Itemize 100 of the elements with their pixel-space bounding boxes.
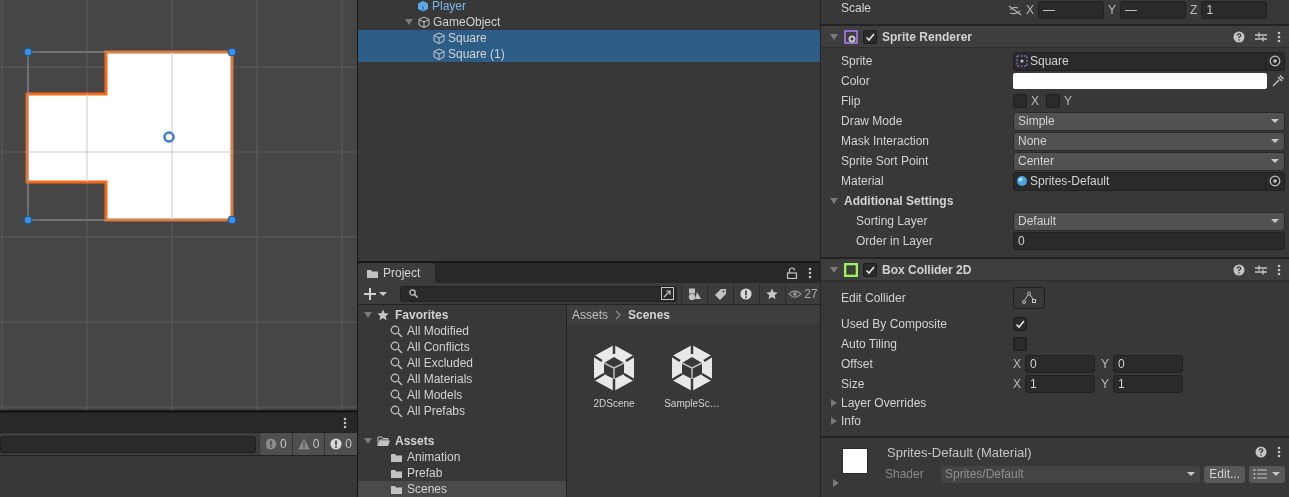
resize-handle[interactable] bbox=[23, 215, 33, 225]
expand-arrow-icon[interactable] bbox=[831, 478, 841, 488]
log-toggle[interactable]: 0 bbox=[291, 433, 325, 455]
log-toggle[interactable]: 0 bbox=[324, 433, 357, 455]
folder-item[interactable]: Prefab bbox=[358, 465, 566, 481]
warning-icon bbox=[297, 438, 310, 450]
hierarchy-item[interactable]: Square (1) bbox=[358, 46, 820, 62]
checkbox[interactable] bbox=[1013, 317, 1027, 331]
favorite-item[interactable]: All Prefabs bbox=[358, 403, 566, 419]
field-label: Offset bbox=[841, 357, 874, 371]
favorite-item[interactable]: All Models bbox=[358, 387, 566, 403]
checkbox[interactable] bbox=[1046, 94, 1060, 108]
expand-arrow-icon[interactable] bbox=[829, 264, 839, 275]
folder-icon bbox=[366, 267, 379, 279]
folder-icon bbox=[390, 467, 403, 479]
error-icon bbox=[330, 438, 343, 450]
field-label: Edit Collider bbox=[841, 291, 907, 305]
number-field[interactable]: 1 bbox=[1201, 1, 1268, 19]
search-icon bbox=[409, 289, 418, 298]
edit-button[interactable]: Edit... bbox=[1204, 465, 1245, 483]
log-toggle[interactable]: 0 bbox=[258, 433, 292, 455]
number-field[interactable]: — bbox=[1120, 1, 1187, 19]
panel-tab[interactable]: Project bbox=[358, 263, 436, 283]
favorite-item[interactable]: All Conflicts bbox=[358, 339, 566, 355]
expand-arrow-icon[interactable] bbox=[829, 31, 839, 42]
number-field[interactable]: — bbox=[1038, 1, 1104, 19]
presets-icon bbox=[1255, 263, 1267, 276]
component-header[interactable]: Box Collider 2D bbox=[821, 259, 1289, 281]
list-menu-button[interactable] bbox=[1249, 465, 1285, 483]
foldout-label[interactable]: Layer Overrides bbox=[841, 396, 927, 410]
hierarchy-item[interactable]: GameObject bbox=[358, 14, 820, 30]
help-icon bbox=[1255, 446, 1267, 458]
checkbox[interactable] bbox=[1013, 337, 1027, 351]
checkbox[interactable] bbox=[863, 262, 877, 277]
number-field[interactable]: 0 bbox=[1113, 355, 1184, 373]
pivot-handle[interactable] bbox=[163, 131, 175, 143]
dropdown[interactable]: Default bbox=[1013, 211, 1285, 231]
checkbox[interactable] bbox=[1013, 94, 1027, 108]
foldout-label[interactable]: Additional Settings bbox=[844, 194, 954, 208]
hierarchy-item[interactable]: Player bbox=[358, 0, 820, 14]
checkbox[interactable] bbox=[863, 29, 877, 44]
breadcrumb-link[interactable]: Scenes bbox=[628, 307, 671, 322]
more-icon bbox=[1277, 30, 1281, 43]
component-header[interactable]: Sprite Renderer bbox=[821, 26, 1289, 48]
axis-label: Y bbox=[1108, 3, 1117, 17]
star-icon bbox=[765, 287, 780, 300]
expand-arrow-icon[interactable] bbox=[829, 196, 839, 206]
object-field[interactable]: Square bbox=[1013, 51, 1285, 71]
search-icon bbox=[390, 340, 403, 354]
component-title: Box Collider 2D bbox=[882, 262, 972, 277]
search-icon bbox=[390, 388, 403, 402]
tree-heading[interactable]: Favorites bbox=[395, 308, 449, 322]
hierarchy-item[interactable]: Square bbox=[358, 30, 820, 46]
resize-handle[interactable] bbox=[23, 47, 33, 57]
resize-handle[interactable] bbox=[227, 215, 237, 225]
exclamation-icon bbox=[739, 287, 754, 300]
help-icon bbox=[1233, 263, 1245, 276]
resize-handle[interactable] bbox=[227, 47, 237, 57]
expand-arrow-icon[interactable] bbox=[404, 17, 414, 27]
axis-label: Z bbox=[1190, 3, 1198, 17]
number-field[interactable]: 0 bbox=[1025, 355, 1095, 373]
field-label: Sprite Sort Point bbox=[841, 154, 930, 168]
file-name[interactable]: SampleSc… bbox=[664, 398, 720, 409]
dropdown[interactable]: Center bbox=[1013, 151, 1285, 171]
component-title: Sprite Renderer bbox=[882, 29, 973, 44]
more-icon bbox=[343, 416, 347, 429]
field-label: Draw Mode bbox=[841, 114, 904, 128]
edit-collider-button[interactable] bbox=[1013, 287, 1045, 309]
search-field[interactable] bbox=[400, 285, 677, 302]
axis-label: Y bbox=[1101, 357, 1110, 371]
axis-label: X bbox=[1013, 357, 1021, 371]
expand-arrow-icon[interactable] bbox=[363, 310, 373, 320]
favorite-item[interactable]: All Modified bbox=[358, 323, 566, 339]
folder-item[interactable]: Animation bbox=[358, 449, 566, 465]
expand-arrow-icon[interactable] bbox=[363, 436, 373, 446]
expand-arrow-icon[interactable] bbox=[829, 416, 839, 426]
caret-icon bbox=[1270, 216, 1280, 226]
number-field[interactable]: 1 bbox=[1025, 375, 1095, 393]
tree-heading[interactable]: Assets bbox=[395, 434, 435, 448]
more-icon bbox=[1277, 263, 1281, 276]
breadcrumb-link[interactable]: Assets bbox=[572, 307, 608, 322]
search-field[interactable] bbox=[0, 435, 256, 453]
number-field[interactable]: 0 bbox=[1013, 232, 1285, 250]
search-icon bbox=[390, 356, 403, 370]
eye-icon bbox=[788, 288, 803, 299]
object-field[interactable]: Sprites-Default bbox=[1013, 171, 1285, 191]
filter-type-icon bbox=[687, 287, 702, 300]
dropdown[interactable]: Simple bbox=[1013, 111, 1285, 131]
favorite-item[interactable]: All Materials bbox=[358, 371, 566, 387]
dropdown[interactable]: None bbox=[1013, 131, 1285, 151]
folder-item[interactable]: Scenes bbox=[358, 481, 566, 497]
field-label: Auto Tiling bbox=[841, 337, 899, 351]
number-field[interactable]: 1 bbox=[1113, 375, 1184, 393]
list-icon bbox=[1253, 469, 1267, 479]
file-name[interactable]: 2DScene bbox=[593, 398, 635, 409]
search-icon bbox=[390, 404, 403, 418]
foldout-label[interactable]: Info bbox=[841, 414, 861, 428]
expand-arrow-icon[interactable] bbox=[829, 398, 839, 408]
color-field[interactable] bbox=[1013, 73, 1267, 89]
favorite-item[interactable]: All Excluded bbox=[358, 355, 566, 371]
